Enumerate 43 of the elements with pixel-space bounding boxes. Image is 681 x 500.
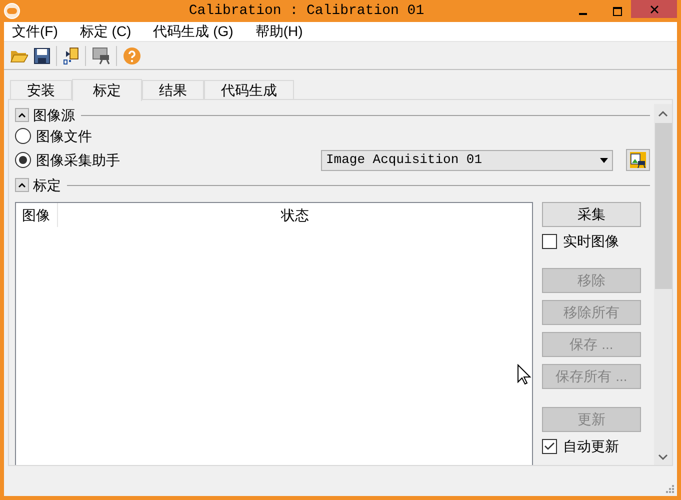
app-logo-icon <box>4 3 20 19</box>
checkbox-label[interactable]: 实时图像 <box>563 230 619 252</box>
close-button[interactable] <box>631 0 677 18</box>
menu-item[interactable]: 代码生成 (G) <box>153 21 234 42</box>
resize-grip-icon[interactable] <box>665 484 675 494</box>
menu-item[interactable]: 标定 (C) <box>80 21 132 42</box>
checkbox[interactable] <box>542 438 557 454</box>
column-header[interactable]: 状态 <box>58 203 532 227</box>
checkbox-label[interactable]: 自动更新 <box>563 436 619 456</box>
collapse-button[interactable] <box>15 178 29 192</box>
caret-up-icon <box>18 182 26 188</box>
side-button: 更新 <box>542 407 641 432</box>
section-title: 图像源 <box>33 106 75 124</box>
checkbox[interactable] <box>542 234 557 248</box>
close-icon <box>650 4 658 14</box>
window-title: Calibration : Calibration 01 <box>188 2 424 20</box>
side-button: 移除 <box>542 268 641 293</box>
tab[interactable]: 标定 <box>72 79 142 101</box>
column-header[interactable]: 图像 <box>16 203 58 227</box>
side-button: 保存 ... <box>542 332 641 357</box>
camera-board-icon[interactable] <box>92 46 110 64</box>
radio-button[interactable] <box>15 128 31 144</box>
side-button: 保存所有 ... <box>542 364 641 389</box>
tab[interactable]: 代码生成 <box>204 80 294 100</box>
side-button: 移除所有 <box>542 300 641 325</box>
radio-label[interactable]: 图像采集助手 <box>36 150 120 170</box>
radio-button[interactable] <box>15 152 31 168</box>
side-button[interactable]: 采集 <box>542 202 641 227</box>
acquisition-assistant-button[interactable] <box>626 149 650 171</box>
menu-item[interactable]: 帮助(H) <box>255 21 303 42</box>
radio-label[interactable]: 图像文件 <box>36 126 92 146</box>
acquisition-dropdown[interactable]: Image Acquisition 01 <box>321 150 613 170</box>
section-title: 标定 <box>33 176 61 194</box>
menu-item[interactable]: 文件(F) <box>12 21 58 42</box>
dropdown-caret-icon <box>600 158 608 162</box>
caret-up-icon <box>18 112 26 118</box>
folder-icon[interactable] <box>10 48 28 62</box>
collapse-button[interactable] <box>15 108 29 122</box>
scrollbar[interactable] <box>654 104 672 465</box>
export-icon[interactable] <box>63 46 79 64</box>
tab[interactable]: 结果 <box>142 80 204 100</box>
save-icon[interactable] <box>34 48 50 64</box>
tab[interactable]: 安装 <box>10 80 72 100</box>
